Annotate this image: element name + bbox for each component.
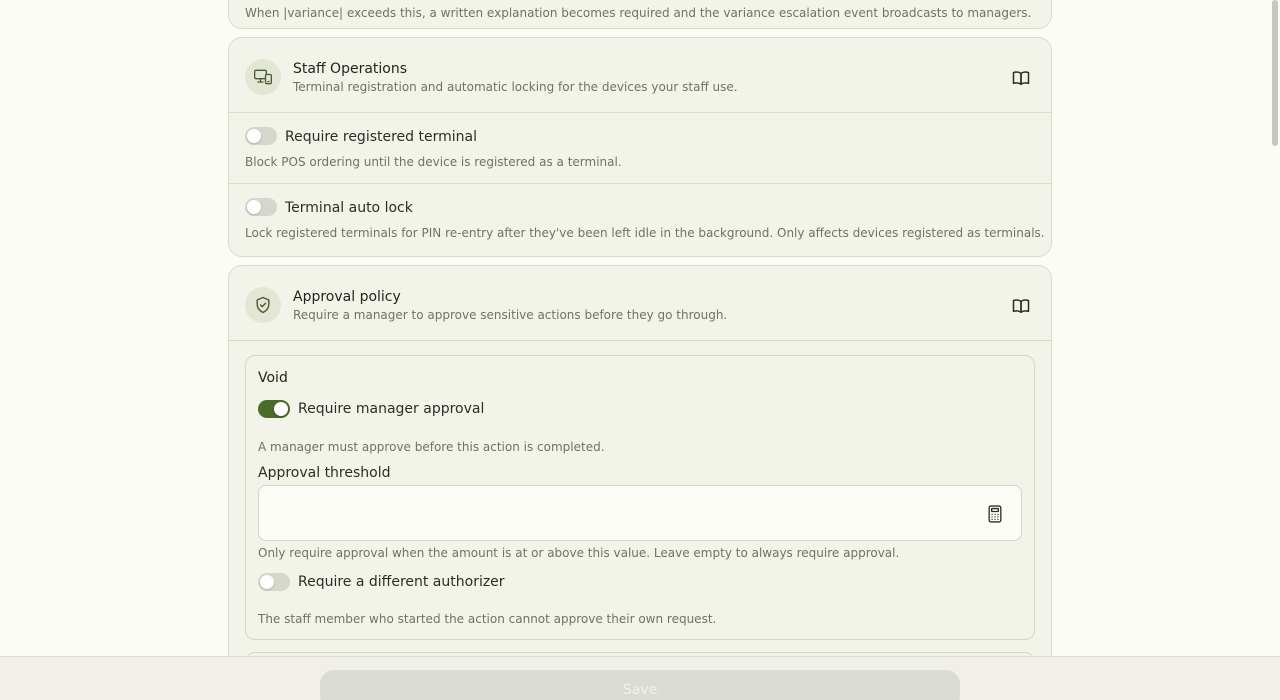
require-registered-terminal-help: Block POS ordering until the device is r… [245,155,622,169]
scrollbar[interactable] [1270,0,1280,700]
void-require-manager-approval-help: A manager must approve before this actio… [258,440,605,454]
void-approval-section: Void Require manager approval A manager … [245,355,1035,640]
calculator-button[interactable] [985,504,1005,524]
approval-policy-card: Approval policy Require a manager to app… [228,265,1052,700]
staff-operations-subtitle: Terminal registration and automatic lock… [293,80,738,94]
toggle-knob [274,402,288,416]
require-registered-terminal-row: Require registered terminal Block POS or… [229,113,1051,184]
approval-threshold-field[interactable] [258,485,1022,541]
terminal-auto-lock-row: Terminal auto lock Lock registered termi… [229,184,1051,255]
void-require-manager-approval-toggle[interactable] [258,400,290,418]
require-different-authorizer-toggle[interactable] [258,573,290,591]
terminal-auto-lock-help: Lock registered terminals for PIN re-ent… [245,226,1045,240]
approval-policy-title: Approval policy [293,289,401,305]
approval-policy-subtitle: Require a manager to approve sensitive a… [293,308,728,322]
footer-bar: Save [0,656,1280,700]
void-section-title: Void [258,370,288,386]
toggle-knob [260,575,274,589]
book-open-icon [1012,299,1030,313]
approval-policy-header: Approval policy Require a manager to app… [229,266,1051,341]
staff-operations-title: Staff Operations [293,61,408,77]
staff-operations-header: Staff Operations Terminal registration a… [229,38,1051,113]
save-button[interactable]: Save [320,670,960,700]
toggle-knob [247,129,261,143]
approval-policy-docs-button[interactable] [1009,294,1033,318]
settings-scroll-area[interactable]: When |variance| exceeds this, a written … [0,0,1280,700]
void-require-manager-approval-label: Require manager approval [298,401,485,417]
book-open-icon [1012,71,1030,85]
approval-threshold-help: Only require approval when the amount is… [258,546,900,560]
require-registered-terminal-label: Require registered terminal [285,129,477,145]
devices-icon [245,59,281,95]
toggle-knob [247,200,261,214]
scrollbar-thumb[interactable] [1272,0,1278,146]
variance-threshold-note: When |variance| exceeds this, a written … [245,6,1032,20]
staff-operations-card: Staff Operations Terminal registration a… [228,37,1052,257]
require-different-authorizer-help: The staff member who started the action … [258,612,717,626]
require-registered-terminal-toggle[interactable] [245,127,277,145]
require-different-authorizer-label: Require a different authorizer [298,574,505,590]
terminal-auto-lock-label: Terminal auto lock [285,200,413,216]
terminal-auto-lock-toggle[interactable] [245,198,277,216]
variance-threshold-card: When |variance| exceeds this, a written … [228,0,1052,29]
approval-threshold-label: Approval threshold [258,465,391,481]
staff-operations-docs-button[interactable] [1009,66,1033,90]
calculator-icon [988,505,1002,523]
shield-check-icon [245,287,281,323]
approval-threshold-input[interactable] [259,486,1021,540]
